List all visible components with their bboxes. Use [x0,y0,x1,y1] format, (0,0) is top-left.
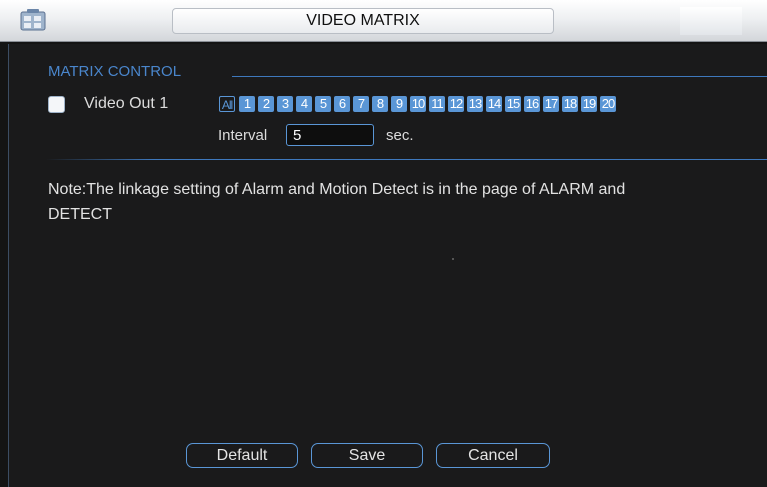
channel-18-button[interactable]: 18 [562,96,578,112]
title-bar: VIDEO MATRIX [0,0,767,42]
save-button[interactable]: Save [311,443,423,468]
video-out-label: Video Out 1 [84,95,169,112]
channel-20-button[interactable]: 20 [600,96,616,112]
channel-3-button[interactable]: 3 [277,96,293,112]
channel-4-button[interactable]: 4 [296,96,312,112]
title-bar-right-area [680,7,742,35]
channel-1-button[interactable]: 1 [239,96,255,112]
default-button[interactable]: Default [186,443,298,468]
video-out-checkbox[interactable] [48,96,65,113]
channel-5-button[interactable]: 5 [315,96,331,112]
channel-11-button[interactable]: 11 [429,96,445,112]
divider [46,159,767,160]
window-title: VIDEO MATRIX [306,12,420,29]
channel-14-button[interactable]: 14 [486,96,502,112]
speck [452,258,454,260]
interval-input[interactable] [286,124,374,146]
channel-19-button[interactable]: 19 [581,96,597,112]
section-rule [232,76,767,77]
channel-2-button[interactable]: 2 [258,96,274,112]
channel-7-button[interactable]: 7 [353,96,369,112]
channel-13-button[interactable]: 13 [467,96,483,112]
channel-6-button[interactable]: 6 [334,96,350,112]
app-icon [20,9,46,31]
channel-12-button[interactable]: 12 [448,96,464,112]
channel-9-button[interactable]: 9 [391,96,407,112]
channel-16-button[interactable]: 16 [524,96,540,112]
channel-8-button[interactable]: 8 [372,96,388,112]
interval-unit: sec. [386,127,414,144]
channel-15-button[interactable]: 15 [505,96,521,112]
channel-10-button[interactable]: 10 [410,96,426,112]
note-text: Note:The linkage setting of Alarm and Mo… [48,181,626,223]
interval-label: Interval [218,127,268,144]
channel-17-button[interactable]: 17 [543,96,559,112]
section-title: MATRIX CONTROL [48,63,182,80]
cancel-button[interactable]: Cancel [436,443,550,468]
channel-all-button[interactable]: All [219,96,235,112]
